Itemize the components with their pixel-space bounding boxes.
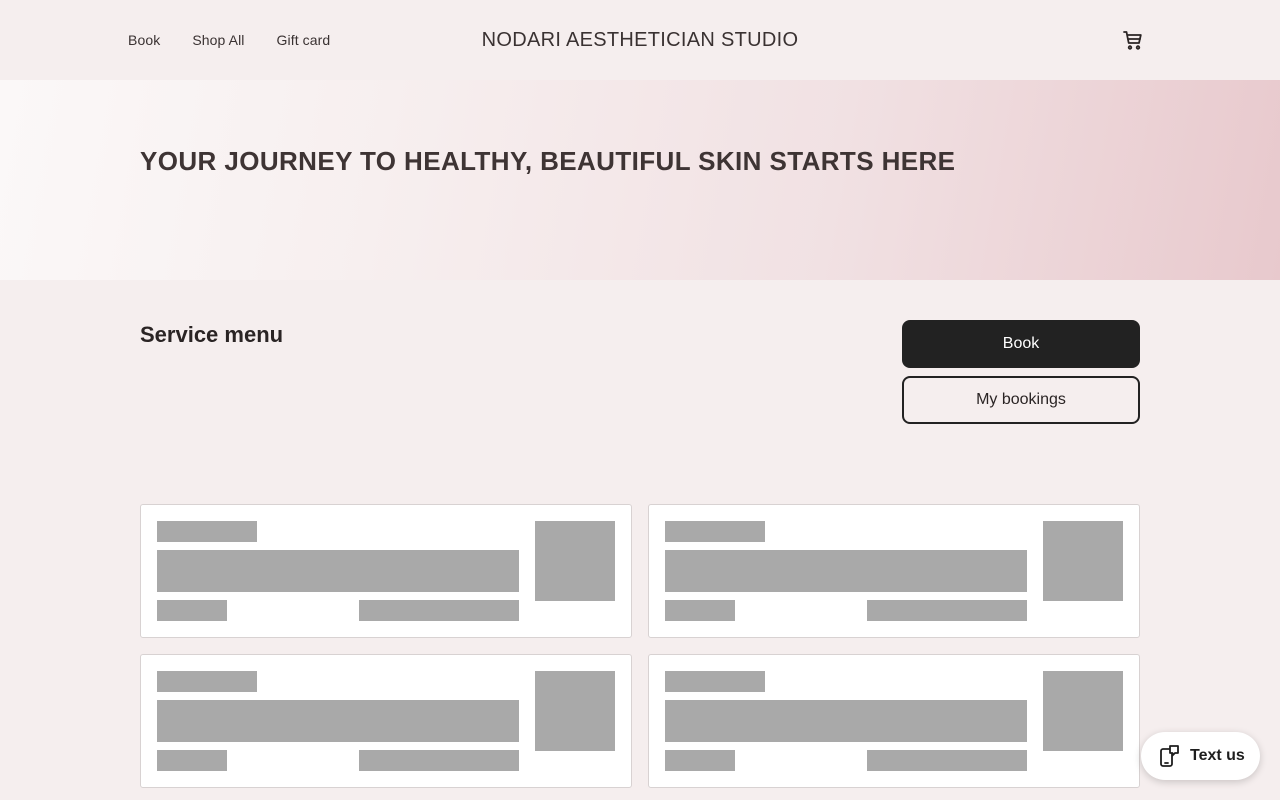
skeleton-image — [1043, 521, 1123, 601]
service-card-loading[interactable] — [648, 654, 1140, 788]
skeleton-image — [535, 671, 615, 751]
text-us-label: Text us — [1190, 747, 1245, 764]
main-nav: Book Shop All Gift card — [128, 0, 362, 80]
skeleton-duration — [157, 600, 227, 621]
hero-title: YOUR JOURNEY TO HEALTHY, BEAUTIFUL SKIN … — [140, 146, 956, 176]
text-us-button[interactable]: Text us — [1141, 732, 1260, 780]
service-card-loading[interactable] — [140, 504, 632, 638]
skeleton-category — [157, 671, 257, 692]
skeleton-price — [867, 600, 1027, 621]
skeleton-image — [535, 521, 615, 601]
skeleton-image — [1043, 671, 1123, 751]
skeleton-title — [665, 550, 1027, 592]
cart-button[interactable] — [1121, 28, 1145, 52]
hero-banner: YOUR JOURNEY TO HEALTHY, BEAUTIFUL SKIN … — [0, 80, 1280, 280]
my-bookings-button[interactable]: My bookings — [902, 376, 1140, 424]
skeleton-duration — [665, 600, 735, 621]
service-card-loading[interactable] — [140, 654, 632, 788]
chat-phone-icon — [1160, 745, 1179, 767]
skeleton-price — [359, 750, 519, 771]
skeleton-title — [665, 700, 1027, 742]
skeleton-category — [157, 521, 257, 542]
skeleton-duration — [157, 750, 227, 771]
skeleton-category — [665, 521, 765, 542]
nav-shop-all[interactable]: Shop All — [192, 32, 244, 48]
nav-gift-card[interactable]: Gift card — [277, 32, 331, 48]
skeleton-duration — [665, 750, 735, 771]
skeleton-title — [157, 700, 519, 742]
skeleton-price — [867, 750, 1027, 771]
book-button[interactable]: Book — [902, 320, 1140, 368]
site-header: Book Shop All Gift card NODARI AESTHETIC… — [0, 0, 1280, 80]
skeleton-category — [665, 671, 765, 692]
service-card-loading[interactable] — [648, 504, 1140, 638]
service-menu-title: Service menu — [140, 322, 284, 347]
nav-book[interactable]: Book — [128, 32, 160, 48]
skeleton-title — [157, 550, 519, 592]
skeleton-price — [359, 600, 519, 621]
cart-icon — [1123, 31, 1142, 50]
brand-title-text[interactable]: NODARI AESTHETICIAN STUDIO — [482, 29, 799, 52]
